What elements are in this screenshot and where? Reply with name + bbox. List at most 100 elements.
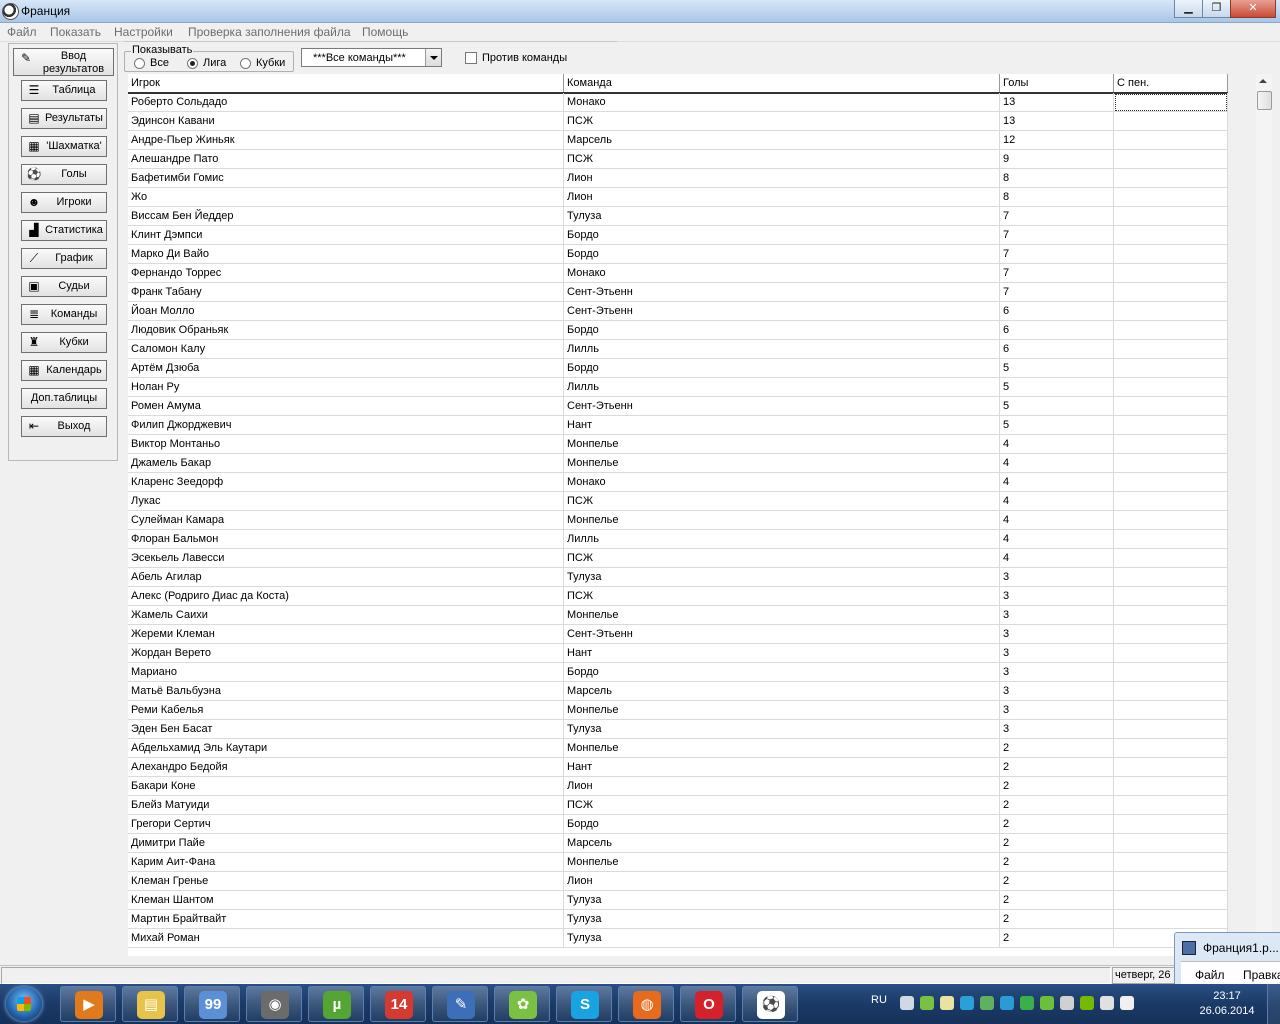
goals-cell[interactable]: 7 <box>1000 207 1114 226</box>
team-cell[interactable]: Сент-Этьенн <box>564 397 1000 416</box>
team-cell[interactable]: Нант <box>564 758 1000 777</box>
taskbar-opera-button[interactable]: O <box>680 986 736 1022</box>
player-cell[interactable]: Бафетимби Гомис <box>128 169 564 188</box>
player-cell[interactable]: Карим Аит-Фана <box>128 853 564 872</box>
goals-cell[interactable]: 12 <box>1000 131 1114 150</box>
table-row[interactable]: Ромен Амума Сент-Этьенн 5 <box>128 397 1228 416</box>
table-row[interactable]: Клеман Гренье Лион 2 <box>128 872 1228 891</box>
goals-cell[interactable]: 3 <box>1000 682 1114 701</box>
goals-cell[interactable]: 7 <box>1000 283 1114 302</box>
penalties-cell[interactable] <box>1114 853 1228 872</box>
start-button[interactable] <box>6 987 42 1021</box>
team-cell[interactable]: Тулуза <box>564 207 1000 226</box>
table-row[interactable]: Абель Агилар Тулуза 3 <box>128 568 1228 587</box>
player-cell[interactable]: Клеман Шантом <box>128 891 564 910</box>
player-cell[interactable]: Флоран Бальмон <box>128 530 564 549</box>
table-row[interactable]: Матьё Вальбуэна Марсель 3 <box>128 682 1228 701</box>
player-cell[interactable]: Жереми Клеман <box>128 625 564 644</box>
table-row[interactable]: Роберто Сольдадо Монако 13 <box>128 93 1228 112</box>
team-cell[interactable]: Лилль <box>564 340 1000 359</box>
language-indicator[interactable]: RU <box>871 994 887 1006</box>
player-cell[interactable]: Абель Агилар <box>128 568 564 587</box>
radio-all[interactable] <box>134 58 145 69</box>
goals-cell[interactable]: 4 <box>1000 473 1114 492</box>
player-cell[interactable]: Лукас <box>128 492 564 511</box>
team-cell[interactable]: Лион <box>564 169 1000 188</box>
team-cell[interactable]: Тулуза <box>564 910 1000 929</box>
penalties-cell[interactable] <box>1114 435 1228 454</box>
goals-cell[interactable]: 2 <box>1000 853 1114 872</box>
nav-teams-button[interactable]: ≣ Команды <box>21 304 107 325</box>
penalties-cell[interactable] <box>1114 245 1228 264</box>
player-cell[interactable]: Марко Ди Вайо <box>128 245 564 264</box>
goals-cell[interactable]: 5 <box>1000 378 1114 397</box>
player-cell[interactable]: Абдельхамид Эль Каутари <box>128 739 564 758</box>
player-cell[interactable]: Йоан Молло <box>128 302 564 321</box>
team-cell[interactable]: Бордо <box>564 359 1000 378</box>
penalties-cell[interactable] <box>1114 720 1228 739</box>
goals-cell[interactable]: 13 <box>1000 93 1114 112</box>
team-cell[interactable]: Тулуза <box>564 929 1000 948</box>
penalties-cell[interactable] <box>1114 492 1228 511</box>
player-cell[interactable]: Людовик Обраньяк <box>128 321 564 340</box>
team-select[interactable]: ***Все команды*** <box>301 48 442 67</box>
penalties-cell[interactable] <box>1114 112 1228 131</box>
scroll-up-icon[interactable] <box>1259 79 1267 83</box>
team-cell[interactable]: Нант <box>564 416 1000 435</box>
table-row[interactable]: Филип Джорджевич Нант 5 <box>128 416 1228 435</box>
player-cell[interactable]: Ромен Амума <box>128 397 564 416</box>
goals-cell[interactable]: 2 <box>1000 815 1114 834</box>
table-row[interactable]: Марко Ди Вайо Бордо 7 <box>128 245 1228 264</box>
penalties-cell[interactable] <box>1114 264 1228 283</box>
team-cell[interactable]: Тулуза <box>564 568 1000 587</box>
table-row[interactable]: Алешандре Пато ПСЖ 9 <box>128 150 1228 169</box>
taskbar-skype-button[interactable]: S <box>556 986 612 1022</box>
goals-cell[interactable]: 3 <box>1000 720 1114 739</box>
goals-cell[interactable]: 2 <box>1000 758 1114 777</box>
taskbar-monitor-button[interactable]: 99 <box>184 986 240 1022</box>
team-cell[interactable]: Бордо <box>564 226 1000 245</box>
nav-results-button[interactable]: ▤ Результаты <box>21 108 107 129</box>
vs-team-checkbox[interactable] <box>465 52 477 64</box>
table-row[interactable]: Мартин Брайтвайт Тулуза 2 <box>128 910 1228 929</box>
goals-cell[interactable]: 3 <box>1000 625 1114 644</box>
player-cell[interactable]: Жо <box>128 188 564 207</box>
table-row[interactable]: Сулейман Камара Монпелье 4 <box>128 511 1228 530</box>
table-row[interactable]: Йоан Молло Сент-Этьенн 6 <box>128 302 1228 321</box>
player-cell[interactable]: Нолан Ру <box>128 378 564 397</box>
table-row[interactable]: Клеман Шантом Тулуза 2 <box>128 891 1228 910</box>
table-row[interactable]: Бафетимби Гомис Лион 8 <box>128 169 1228 188</box>
team-cell[interactable]: Монпелье <box>564 435 1000 454</box>
player-cell[interactable]: Блейз Матуиди <box>128 796 564 815</box>
radio-league[interactable] <box>187 58 198 69</box>
menu-settings[interactable]: Настройки <box>114 25 173 39</box>
player-cell[interactable]: Артём Дзюба <box>128 359 564 378</box>
table-row[interactable]: Лукас ПСЖ 4 <box>128 492 1228 511</box>
goals-cell[interactable]: 8 <box>1000 169 1114 188</box>
icq-tray-icon[interactable] <box>920 996 934 1010</box>
goals-cell[interactable]: 3 <box>1000 663 1114 682</box>
penalties-cell[interactable] <box>1114 359 1228 378</box>
player-cell[interactable]: Кларенс Зеедорф <box>128 473 564 492</box>
taskbar-app-14-button[interactable]: 14 <box>370 986 426 1022</box>
game-icon[interactable] <box>1020 996 1034 1010</box>
network-icon[interactable] <box>900 996 914 1010</box>
minimize-button[interactable]: ▁ <box>1174 0 1203 18</box>
team-cell[interactable]: Лион <box>564 872 1000 891</box>
goals-cell[interactable]: 4 <box>1000 454 1114 473</box>
table-row[interactable]: Эсекьель Лавесси ПСЖ 4 <box>128 549 1228 568</box>
player-cell[interactable]: Алешандре Пато <box>128 150 564 169</box>
goals-cell[interactable]: 2 <box>1000 891 1114 910</box>
penalties-cell[interactable] <box>1114 625 1228 644</box>
team-cell[interactable]: ПСЖ <box>564 112 1000 131</box>
penalties-cell[interactable] <box>1114 872 1228 891</box>
table-row[interactable]: Кларенс Зеедорф Монако 4 <box>128 473 1228 492</box>
goals-cell[interactable]: 5 <box>1000 359 1114 378</box>
taskbar-media-player-button[interactable]: ▶ <box>60 986 116 1022</box>
penalties-cell[interactable] <box>1114 511 1228 530</box>
player-cell[interactable]: Джамель Бакар <box>128 454 564 473</box>
clock[interactable]: 23:17 26.06.2014 <box>1195 989 1259 1019</box>
team-cell[interactable]: Нант <box>564 644 1000 663</box>
team-cell[interactable]: Монпелье <box>564 606 1000 625</box>
chat-icon[interactable] <box>940 996 954 1010</box>
